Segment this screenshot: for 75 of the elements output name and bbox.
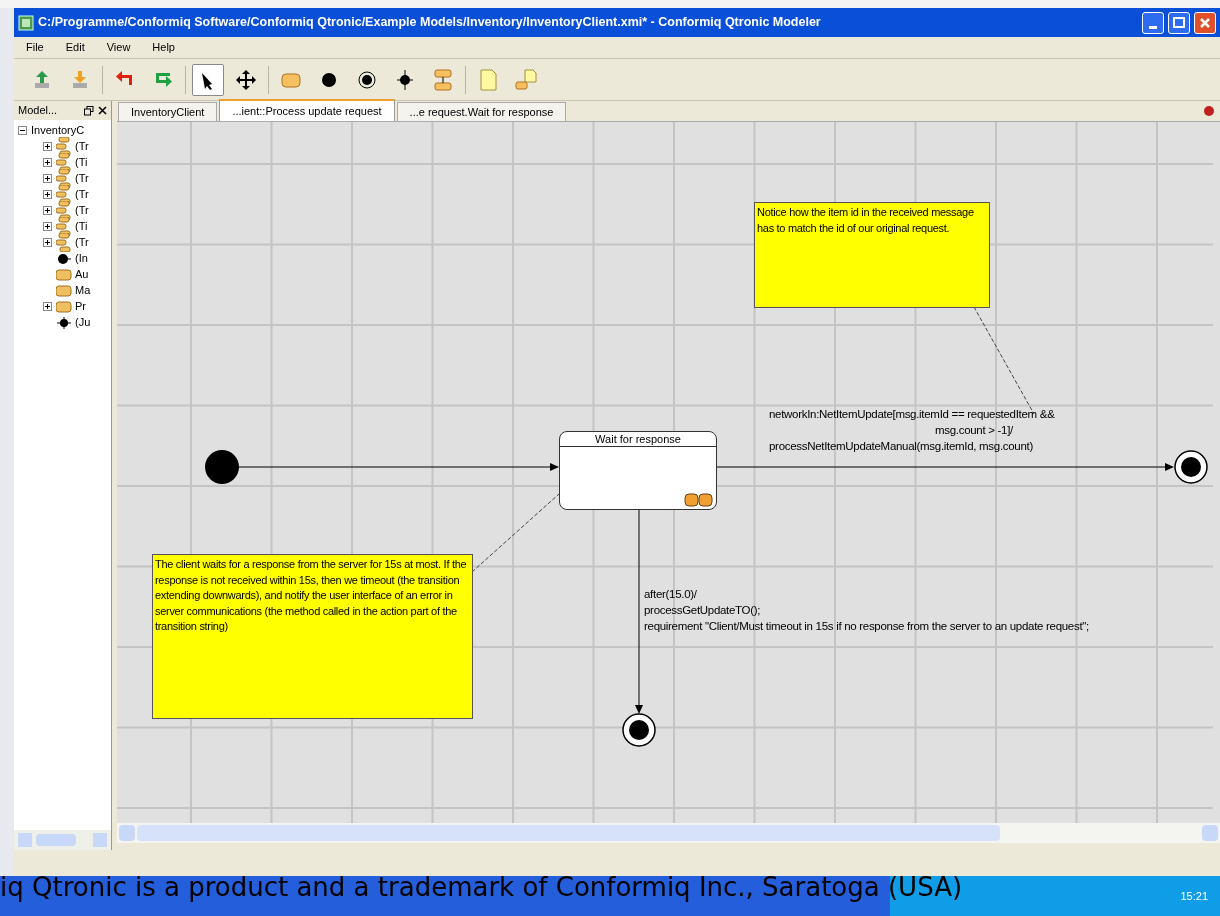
menu-item[interactable]: Edit <box>61 39 89 56</box>
stacked-states-icon <box>56 232 72 252</box>
transition-label: after(15.0)/ <box>644 587 698 602</box>
stacked-boxes-icon <box>432 68 454 91</box>
horizontal-scrollbar[interactable] <box>14 830 111 850</box>
expand-icon[interactable] <box>43 189 52 199</box>
expand-icon[interactable] <box>43 301 52 311</box>
tree-item[interactable]: (Tr <box>75 233 89 251</box>
stacked-states-icon <box>56 200 72 220</box>
expand-icon[interactable] <box>43 205 52 215</box>
tab[interactable]: ...ient::Process update request <box>219 99 395 121</box>
close-button[interactable] <box>1194 11 1216 34</box>
menu-item[interactable]: File <box>22 39 48 56</box>
tab[interactable]: InventoryClient <box>118 102 218 121</box>
tab[interactable]: ...e request.Wait for response <box>396 102 567 121</box>
note-icon <box>477 68 499 91</box>
transition-label: processGetUpdateTO(); <box>644 603 762 618</box>
state-title: Wait for response <box>560 432 716 447</box>
move-icon <box>235 68 257 91</box>
expand-icon[interactable] <box>43 237 52 247</box>
error-icon <box>1204 106 1214 116</box>
expand-icon[interactable] <box>43 157 52 167</box>
expand-icon[interactable] <box>43 173 52 183</box>
submachine-icon <box>684 493 714 507</box>
expand-icon[interactable] <box>43 221 52 231</box>
final-state <box>1174 450 1208 484</box>
menu-item[interactable]: View <box>102 39 135 56</box>
tree-item[interactable]: Pr <box>75 297 86 315</box>
tree-item[interactable]: Au <box>75 265 89 283</box>
maximize-icon <box>1173 17 1185 28</box>
transition-label: requirement "Client/Must timeout in 15s if no response from the server to an update request"; <box>644 619 1089 634</box>
collapse-icon[interactable] <box>18 125 27 135</box>
crossed-dot-icon <box>394 68 416 91</box>
initial-state <box>205 450 239 484</box>
panel-title: Model... <box>18 103 59 119</box>
note[interactable]: Notice how the item id in the received message has to match the id of our original request. <box>754 202 990 308</box>
maximize-button[interactable] <box>1168 11 1190 34</box>
tree-item[interactable]: Ma <box>75 281 91 299</box>
note-text: The client waits for a response from the server for 15s at most. If the response is not received within 15s, then we timeout (the transition extending downwards), and notify the user interface of an error in server communications (the method called in the action part of the transition string) <box>155 557 468 634</box>
menu-item[interactable]: Help <box>148 39 179 56</box>
window-title: C:/Programme/Conformiq Software/Conformiq Qtronic/Example Models/Inventory/InventoryClient.xmi* - Conformiq Qtronic Modeler <box>38 14 822 32</box>
minimize-button[interactable] <box>1142 11 1164 34</box>
stacked-states-icon <box>56 216 72 236</box>
close-icon[interactable] <box>98 106 107 115</box>
note-text: Notice how the item id in the received message has to match the id of our original request. <box>757 205 975 236</box>
tree-item[interactable]: (Tr <box>75 185 89 203</box>
tree-item[interactable]: (Tr <box>75 169 89 187</box>
tree-item[interactable]: (Ju <box>75 313 91 331</box>
note-box-icon <box>515 68 537 91</box>
tree-item[interactable]: (Tr <box>75 137 89 155</box>
transition-label: msg.count > -1]/ <box>934 423 1014 438</box>
stacked-states-icon <box>56 152 72 172</box>
note[interactable] <box>152 554 473 719</box>
tree-item[interactable]: (Ti <box>75 217 88 235</box>
stacked-states-icon <box>56 136 72 156</box>
tree-item[interactable]: (Tr <box>75 201 89 219</box>
state-box[interactable]: Wait for response <box>559 431 717 510</box>
transition-label: processNetItemUpdateManual(msg.itemId, msg.count) <box>769 439 1034 454</box>
final-state <box>622 713 656 747</box>
tree-item[interactable]: (In <box>75 249 88 267</box>
app-icon <box>18 14 34 31</box>
ringed-dot-icon <box>356 68 378 91</box>
pointer-tool-button[interactable] <box>192 63 224 96</box>
caption: iq Qtronic is a product and a trademark of Conformiq Inc., Saratoga (USA) <box>0 871 963 904</box>
close-icon <box>1199 16 1211 29</box>
minimize-icon <box>1149 25 1157 29</box>
restore-icon[interactable] <box>84 105 94 116</box>
stacked-states-icon <box>56 168 72 188</box>
stacked-states-icon <box>56 184 72 204</box>
tree-item[interactable]: InventoryC <box>31 121 85 139</box>
tree-item[interactable]: (Ti <box>75 153 88 171</box>
horizontal-scrollbar[interactable] <box>117 823 1220 843</box>
clock: 15:21 <box>1180 888 1208 904</box>
expand-icon[interactable] <box>43 141 52 151</box>
transition-label: networkIn:NetItemUpdate[msg.itemId == requestedItem && <box>769 407 1055 422</box>
